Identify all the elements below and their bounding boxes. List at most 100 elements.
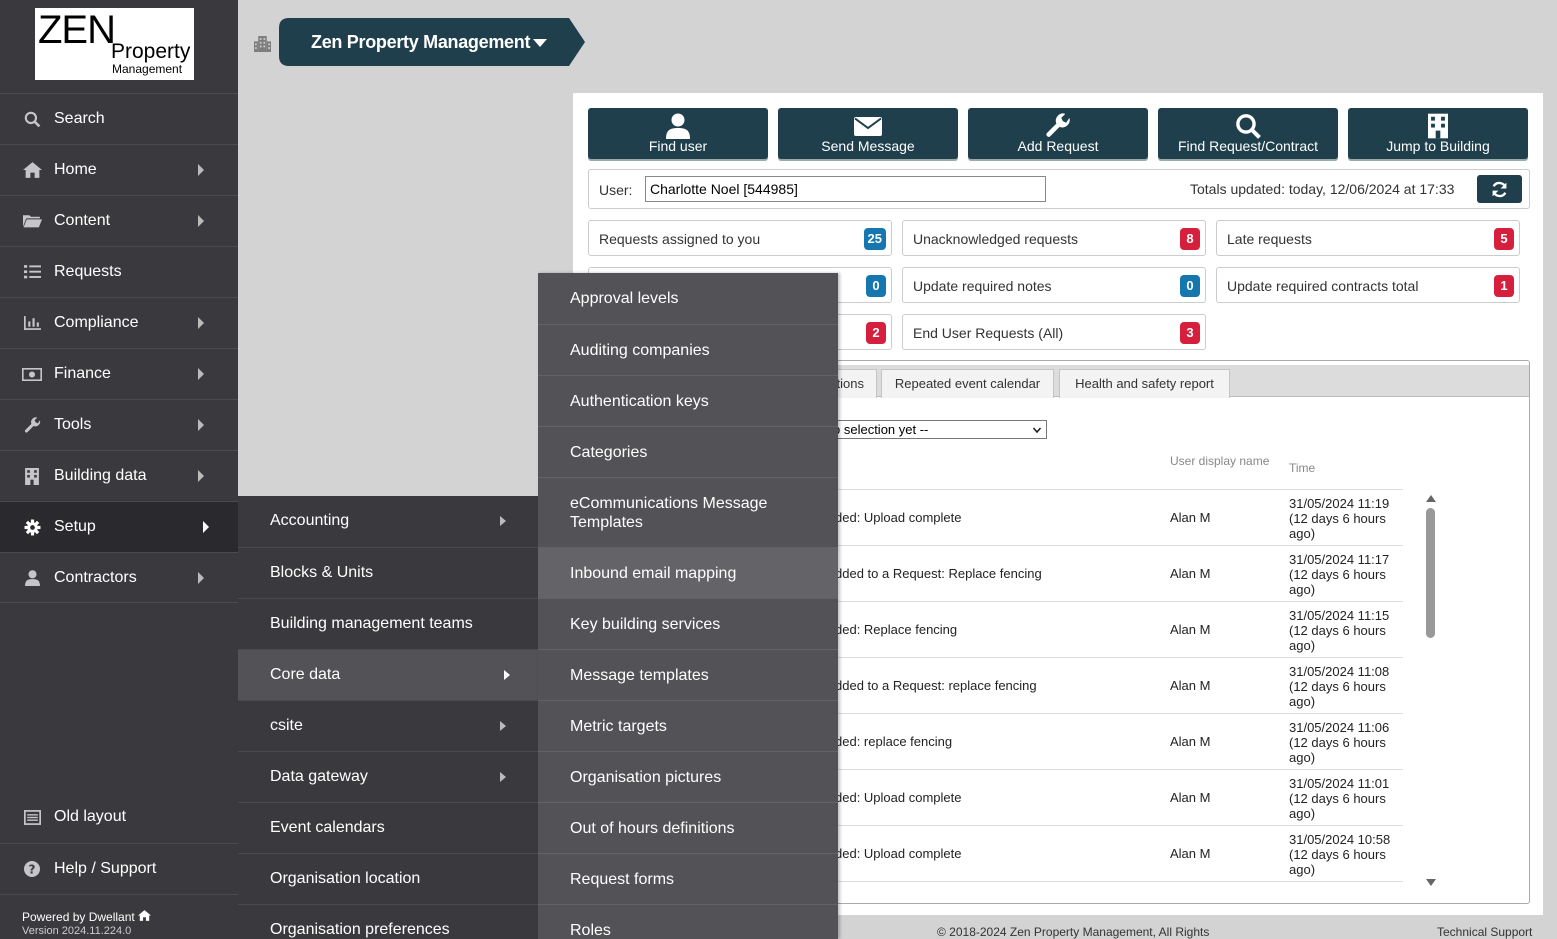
sidebar-item-label: Old layout	[54, 808, 127, 825]
menu-item-building-management-teams[interactable]: Building management teams	[238, 598, 538, 649]
layout-icon	[22, 792, 42, 842]
menu-item-label: Organisation preferences	[270, 921, 450, 938]
sidebar-item-setup[interactable]: Setup	[0, 501, 238, 552]
table-row[interactable]: dded to a Request: replace fencing Alan M…	[835, 658, 1403, 714]
search-icon	[22, 94, 42, 144]
menu-item-label: Authentication keys	[570, 393, 709, 410]
stat-end-user-requests[interactable]: End User Requests (All) 3	[902, 314, 1206, 350]
search-icon	[1158, 113, 1338, 141]
menu-item-ecommunications-templates[interactable]: eCommunications Message Templates	[538, 477, 838, 547]
row-description: ded: Upload complete	[835, 790, 962, 805]
table-row[interactable]: ded: Upload complete Alan M 31/05/2024 11:…	[835, 490, 1403, 546]
org-name: Zen Property Management	[311, 32, 531, 52]
row-time: 31/05/2024 11:15 (12 days 6 hours ago)	[1289, 608, 1390, 653]
sidebar-item-contractors[interactable]: Contractors	[0, 552, 238, 603]
menu-item-out-of-hours-definitions[interactable]: Out of hours definitions	[538, 802, 838, 853]
menu-item-metric-targets[interactable]: Metric targets	[538, 700, 838, 751]
menu-item-categories[interactable]: Categories	[538, 426, 838, 477]
menu-item-accounting[interactable]: Accounting	[238, 496, 538, 547]
stat-label: Late requests	[1227, 231, 1312, 247]
menu-item-label: Roles	[570, 922, 611, 939]
tab-health-safety-report[interactable]: Health and safety report	[1059, 369, 1230, 398]
menu-item-label: Organisation pictures	[570, 769, 722, 786]
sidebar-item-finance[interactable]: Finance	[0, 348, 238, 399]
table-row[interactable]: ded: replace fencing Alan M 31/05/2024 11:…	[835, 714, 1403, 770]
menu-item-csite[interactable]: csite	[238, 700, 538, 751]
menu-item-organisation-pictures[interactable]: Organisation pictures	[538, 751, 838, 802]
table-row[interactable]: ded: Upload complete Alan M 31/05/2024 10:…	[835, 826, 1403, 882]
menu-item-authentication-keys[interactable]: Authentication keys	[538, 375, 838, 426]
scroll-up-arrow[interactable]	[1426, 495, 1436, 502]
powered-by[interactable]: Powered by Dwellant	[22, 910, 152, 924]
row-user: Alan M	[1170, 622, 1211, 637]
sidebar-item-help-support[interactable]: ? Help / Support	[0, 843, 238, 894]
row-time: 31/05/2024 11:19 (12 days 6 hours ago)	[1289, 496, 1390, 541]
sidebar-item-label: Requests	[54, 263, 122, 280]
menu-item-roles[interactable]: Roles	[538, 904, 838, 939]
chevron-right-icon	[500, 721, 506, 731]
menu-item-label: Blocks & Units	[270, 564, 374, 581]
menu-item-inbound-email-mapping[interactable]: Inbound email mapping	[538, 547, 838, 598]
sidebar-item-content[interactable]: Content	[0, 195, 238, 246]
send-message-button[interactable]: Send Message	[778, 108, 958, 159]
menu-item-request-forms[interactable]: Request forms	[538, 853, 838, 904]
count-badge: 25	[863, 228, 886, 250]
menu-item-data-gateway[interactable]: Data gateway	[238, 751, 538, 802]
menu-item-label: Event calendars	[270, 819, 385, 836]
chevron-down-icon	[1033, 427, 1041, 434]
stat-unacknowledged-requests[interactable]: Unacknowledged requests 8	[902, 220, 1206, 256]
find-user-button[interactable]: Find user	[588, 108, 768, 159]
tab-repeated-event-calendar[interactable]: Repeated event calendar	[881, 369, 1054, 398]
chevron-right-icon	[500, 772, 506, 782]
row-time: 31/05/2024 11:06 (12 days 6 hours ago)	[1289, 720, 1390, 765]
scrollbar-thumb[interactable]	[1426, 508, 1435, 638]
sidebar-item-label: Contractors	[54, 569, 137, 586]
find-request-button[interactable]: Find Request/Contract	[1158, 108, 1338, 159]
sidebar-item-home[interactable]: Home	[0, 144, 238, 195]
technical-support-link[interactable]: Technical Support	[1437, 925, 1532, 939]
stat-update-required-notes[interactable]: Update required notes 0	[902, 267, 1206, 303]
chevron-right-icon	[198, 317, 204, 329]
menu-item-label: csite	[270, 717, 303, 734]
jump-to-building-button[interactable]: Jump to Building	[1348, 108, 1528, 159]
count-badge: 3	[1180, 322, 1200, 344]
table-row[interactable]: dded to a Request: Replace fencing Alan M…	[835, 546, 1403, 602]
logo[interactable]: ZEN Property Management	[35, 8, 194, 80]
user-input[interactable]	[645, 176, 1046, 202]
table-row[interactable]: ded: Upload complete Alan M 31/05/2024 11:…	[835, 770, 1403, 826]
sidebar-item-compliance[interactable]: Compliance	[0, 297, 238, 348]
menu-item-key-building-services[interactable]: Key building services	[538, 598, 838, 649]
sidebar-item-tools[interactable]: Tools	[0, 399, 238, 450]
stat-update-required-contracts[interactable]: Update required contracts total 1	[1216, 267, 1520, 303]
menu-item-event-calendars[interactable]: Event calendars	[238, 802, 538, 853]
sidebar-item-building-data[interactable]: Building data	[0, 450, 238, 501]
menu-item-blocks-units[interactable]: Blocks & Units	[238, 547, 538, 598]
menu-item-organisation-location[interactable]: Organisation location	[238, 853, 538, 904]
filter-select[interactable]: o selection yet --	[824, 420, 1047, 439]
menu-item-label: Organisation location	[270, 870, 421, 887]
sidebar-item-old-layout[interactable]: Old layout	[0, 792, 238, 843]
menu-item-approval-levels[interactable]: Approval levels	[538, 273, 838, 324]
sidebar-item-requests[interactable]: Requests	[0, 246, 238, 297]
caret-down-icon	[533, 39, 547, 47]
row-description: dded to a Request: Replace fencing	[835, 566, 1042, 581]
table-row[interactable]: ded: Replace fencing Alan M 31/05/2024 11:…	[835, 602, 1403, 658]
stat-assigned-requests[interactable]: Requests assigned to you 25	[588, 220, 892, 256]
refresh-button[interactable]	[1477, 175, 1522, 203]
scroll-down-arrow[interactable]	[1426, 879, 1436, 886]
add-request-button[interactable]: Add Request	[968, 108, 1148, 159]
menu-item-core-data[interactable]: Core data	[238, 649, 538, 700]
row-user: Alan M	[1170, 734, 1211, 749]
menu-item-message-templates[interactable]: Message templates	[538, 649, 838, 700]
count-badge: 8	[1180, 228, 1200, 250]
menu-item-label: Message templates	[570, 667, 709, 684]
menu-item-auditing-companies[interactable]: Auditing companies	[538, 324, 838, 375]
menu-item-label: Approval levels	[570, 290, 679, 307]
sidebar-item-search[interactable]: Search	[0, 93, 238, 144]
stat-late-requests[interactable]: Late requests 5	[1216, 220, 1520, 256]
menu-item-organisation-preferences[interactable]: Organisation preferences	[238, 904, 538, 939]
sidebar-item-label: Setup	[54, 518, 96, 535]
count-badge: 2	[866, 322, 886, 344]
row-time: 31/05/2024 11:01 (12 days 6 hours ago)	[1289, 776, 1390, 821]
totals-updated: Totals updated: today, 12/06/2024 at 17:…	[1190, 181, 1455, 197]
